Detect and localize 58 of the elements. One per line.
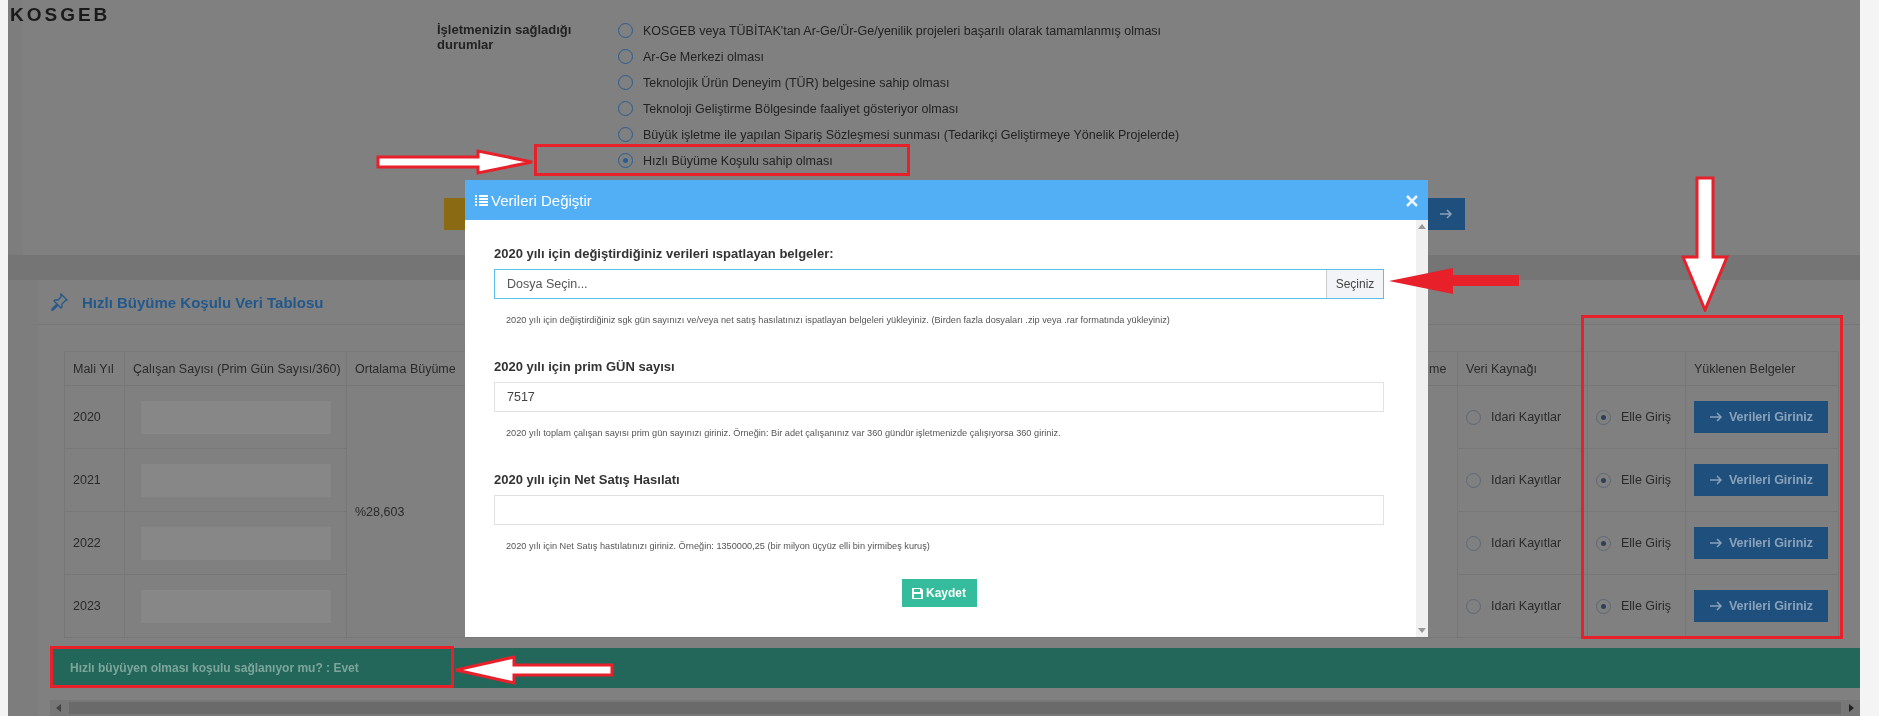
option-label: Elle Giriş [1621,536,1671,550]
option-label: Elle Giriş [1621,473,1671,487]
help-text: 2020 yılı toplam çalışan sayısı prim gün sayınızı giriniz. Örneğin: Bir adet çalışanınız var 360 gündür işletmenizde çalışıyorsa 360 giriniz. [506,428,1062,438]
field-label: 2020 yılı için Net Satış Hasılatı [494,472,681,487]
enter-data-button[interactable]: Verileri Giriniz [1694,464,1828,496]
card-title: Hızlı Büyüme Koşulu Veri Tablosu [82,293,324,311]
field-label: 2020 yılı için değiştirdiğiniz verileri ıspatlayan belgeler: [494,246,835,261]
enter-data-button[interactable]: Verileri Giriniz [1694,401,1828,433]
result-bar: Hızlı büyüyen olması koşulu sağlanıyor mu? : Evet [50,648,1860,688]
input-field[interactable]: 7517 [494,382,1384,412]
enter-data-button[interactable]: Verileri Giriniz [1694,527,1828,559]
column-header: Yüklenen Belgeler [1694,361,1796,376]
option-label: Hızlı Büyüme Koşulu sahip olması [643,153,833,168]
table-cell: 2023 [73,599,101,613]
option-label: KOSGEB veya TÜBİTAK'tan Ar-Ge/Ür-Ge/yenilik projeleri başarılı olarak tamamlanmış olması [643,23,1162,38]
option-label: Idari Kayıtlar [1491,473,1562,487]
arrow-icon [1708,601,1723,611]
option-label: Idari Kayıtlar [1491,410,1562,424]
option-label: Teknolojik Ürün Deneyim (TÜR) belgesine sahip olması [643,75,950,90]
arrow-icon [1708,412,1723,422]
column-header: Mali Yıl [73,361,114,376]
column-header: me [1429,361,1447,376]
help-text: 2020 yılı için değiştirdiğiniz sgk gün sayınızı ve/veya net satış hasılatınızı ispatlayan belgeleri yükleyiniz. (Birden fazla dosyaları .zip veya .rar formatında yükleyiniz) [506,315,1171,325]
table-cell: 2021 [73,473,101,487]
pin-icon [50,293,68,311]
list-icon [475,194,488,206]
option-label: Idari Kayıtlar [1491,536,1562,550]
option-label: Büyük işletme ile yapılan Sipariş Sözleşmesi sunması (Tedarikçi Geliştirmeye Yönelik Projelerde) [643,127,1180,142]
help-text: 2020 yılı için Net Satış hastılatınızı giriniz. Örneğin: 1350000,25 (bir milyon üçyüz elli bin yirmibeş kuruş) [506,541,931,551]
option-label: Elle Giriş [1621,410,1671,424]
scrollbar[interactable] [50,700,1860,716]
arrow-icon [1439,209,1453,219]
input-field[interactable] [494,495,1384,525]
save-button[interactable]: Kaydet [901,579,977,607]
column-header: Veri Kaynağı [1466,361,1537,376]
logo: KOSGEB [10,3,112,26]
option-label: Teknoloji Geliştirme Bölgesinde faaliyet gösteriyor olması [643,101,959,116]
scroll-up-icon[interactable] [1418,224,1426,229]
scroll-right-icon[interactable] [1849,704,1854,712]
table-cell: 2022 [73,536,101,550]
scrollbar[interactable] [1416,220,1428,637]
field-label: İşletmenizin sağladığı durumlar [437,22,573,52]
scroll-down-icon[interactable] [1418,628,1426,633]
option-label: Idari Kayıtlar [1491,599,1562,613]
option-label: Ar-Ge Merkezi olması [643,49,764,64]
arrow-icon [1708,538,1723,548]
table-cell: 2020 [73,410,101,424]
column-header: Ortalama Büyüme [355,361,456,376]
arrow-icon [1708,475,1723,485]
scroll-left-icon[interactable] [56,704,61,712]
column-header: Çalışan Sayısı (Prim Gün Sayısı/360) [133,361,341,376]
choose-button[interactable]: Seçiniz [1326,270,1383,298]
field-label: 2020 yılı için prim GÜN sayısı [494,359,676,374]
modal-title: Verileri Değiştir [491,191,593,209]
enter-data-button[interactable]: Verileri Giriniz [1694,590,1828,622]
option-label: Elle Giriş [1621,599,1671,613]
file-input[interactable]: Dosya Seçin... Seçiniz [494,269,1384,299]
table-cell: %28,603 [355,504,405,519]
